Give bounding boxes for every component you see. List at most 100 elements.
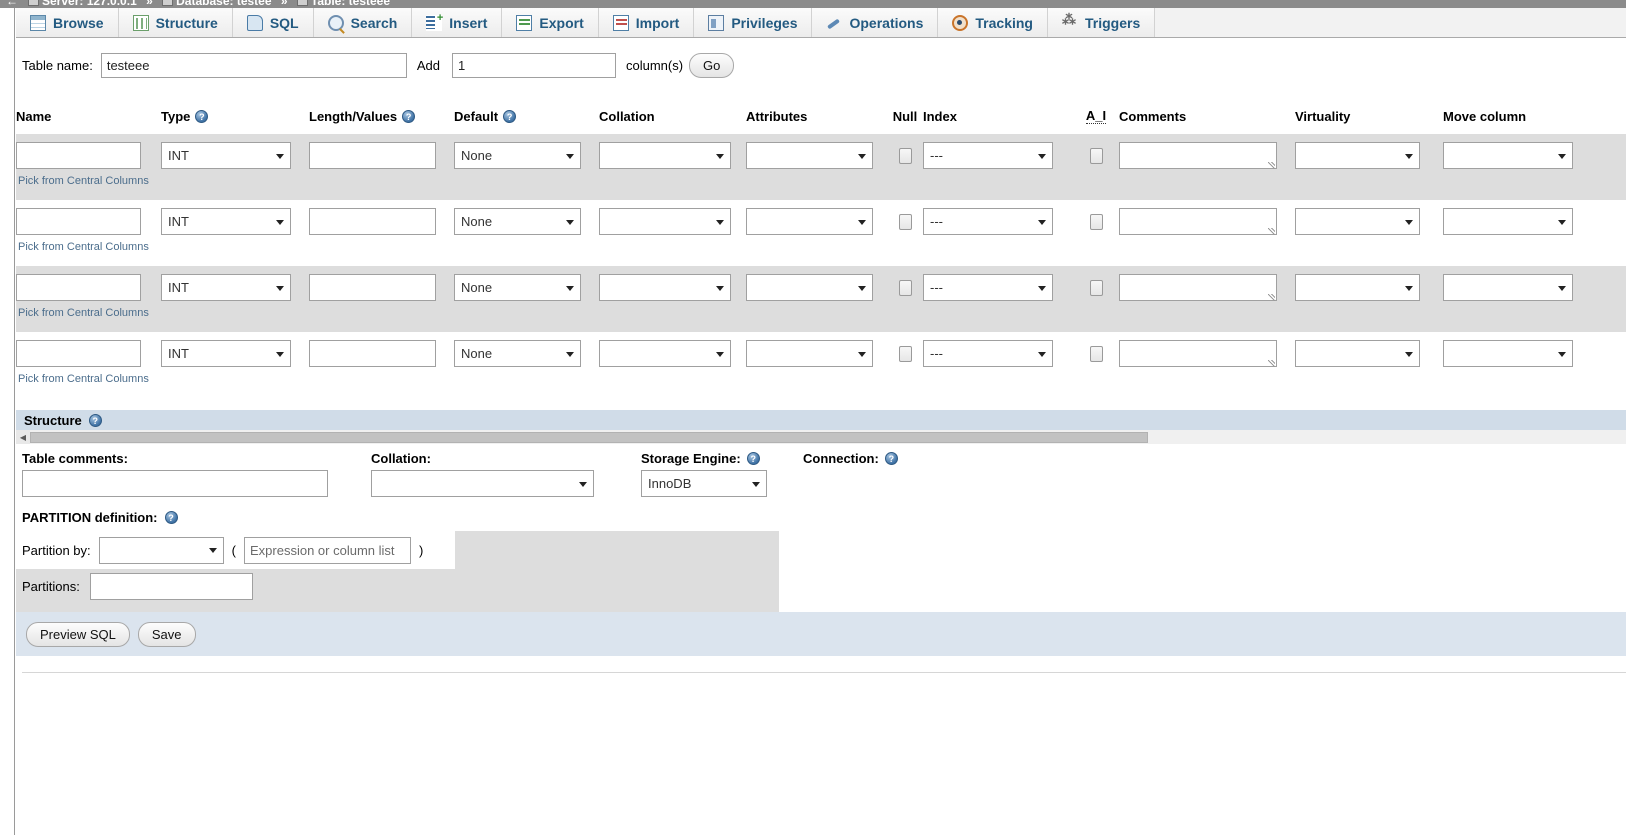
search-icon — [327, 15, 344, 31]
scroll-left-arrow-icon[interactable]: ◀ — [16, 430, 30, 444]
column-null-checkbox[interactable] — [898, 148, 912, 164]
column-null-checkbox[interactable] — [898, 346, 912, 362]
column-autoincrement-checkbox[interactable] — [1089, 280, 1103, 296]
pick-central-columns-link[interactable]: Pick from Central Columns — [18, 175, 161, 187]
column-index-select[interactable]: --- — [923, 208, 1053, 235]
column-length-input[interactable] — [309, 142, 436, 169]
table-comments-input[interactable] — [22, 470, 328, 497]
column-attributes-select[interactable] — [746, 142, 873, 169]
column-default-select[interactable]: None — [454, 340, 581, 367]
tab-import[interactable]: Import — [598, 8, 695, 37]
tab-export[interactable]: Export — [502, 8, 599, 37]
tab-operations[interactable]: Operations — [812, 8, 939, 37]
tab-privileges[interactable]: Privileges — [694, 8, 813, 37]
database-icon — [162, 0, 174, 6]
column-attributes-select[interactable] — [746, 208, 873, 235]
help-icon-type[interactable]: ? — [195, 109, 209, 123]
go-button[interactable]: Go — [689, 52, 735, 78]
preview-sql-button[interactable]: Preview SQL — [26, 621, 130, 647]
column-type-select[interactable]: INT — [161, 208, 291, 235]
help-icon-length[interactable]: ? — [402, 109, 416, 123]
column-length-input[interactable] — [309, 208, 436, 235]
column-attributes-select[interactable] — [746, 274, 873, 301]
pick-central-columns-link[interactable]: Pick from Central Columns — [18, 307, 161, 319]
tab-sql[interactable]: SQL — [232, 8, 314, 37]
tab-search[interactable]: Search — [313, 8, 413, 37]
pick-central-columns-link[interactable]: Pick from Central Columns — [18, 373, 161, 385]
column-autoincrement-checkbox[interactable] — [1089, 346, 1103, 362]
breadcrumb-table[interactable]: Table: testeee — [311, 0, 390, 8]
column-collation-select[interactable] — [599, 142, 731, 169]
table-name-label: Table name: — [22, 57, 93, 73]
column-collation-select[interactable] — [599, 340, 731, 367]
column-move-select[interactable] — [1443, 274, 1573, 301]
column-comments-textarea[interactable] — [1119, 340, 1277, 367]
partitions-input[interactable] — [89, 573, 253, 600]
column-length-input[interactable] — [309, 340, 436, 367]
scrollbar-thumb[interactable] — [30, 431, 1148, 443]
column-default-value: None — [461, 346, 493, 361]
column-autoincrement-checkbox[interactable] — [1089, 148, 1103, 164]
tab-tracking[interactable]: Tracking — [938, 8, 1048, 37]
column-collation-select[interactable] — [599, 208, 731, 235]
help-icon-default[interactable]: ? — [503, 109, 517, 123]
column-attributes-select[interactable] — [746, 340, 873, 367]
column-default-select[interactable]: None — [454, 208, 581, 235]
column-default-select[interactable]: None — [454, 142, 581, 169]
table-collation-select[interactable] — [371, 470, 594, 497]
column-autoincrement-checkbox[interactable] — [1089, 214, 1103, 230]
partition-by-select[interactable] — [98, 536, 224, 564]
column-type-select[interactable]: INT — [161, 142, 291, 169]
column-length-input[interactable] — [309, 274, 436, 301]
column-move-select[interactable] — [1443, 208, 1573, 235]
table-name-input[interactable] — [100, 52, 407, 78]
column-virtuality-select[interactable] — [1295, 340, 1420, 367]
column-type-select[interactable]: INT — [161, 274, 291, 301]
tab-structure[interactable]: Structure — [118, 8, 233, 37]
tab-privileges-label: Privileges — [731, 14, 798, 31]
column-collation-select[interactable] — [599, 274, 731, 301]
tab-insert[interactable]: Insert — [412, 8, 503, 37]
tab-triggers[interactable]: Triggers — [1047, 8, 1156, 37]
column-name-input[interactable] — [16, 274, 141, 301]
column-comments-textarea[interactable] — [1119, 274, 1277, 301]
add-label: Add — [416, 57, 440, 73]
chevron-down-icon — [1405, 219, 1413, 225]
column-index-select[interactable]: --- — [923, 274, 1053, 301]
tab-tracking-label: Tracking — [975, 14, 1033, 31]
column-name-input[interactable] — [16, 142, 141, 169]
column-virtuality-select[interactable] — [1295, 142, 1420, 169]
help-icon-connection[interactable]: ? — [884, 451, 898, 465]
column-default-select[interactable]: None — [454, 274, 581, 301]
column-name-input[interactable] — [16, 208, 141, 235]
help-icon-storage-engine[interactable]: ? — [746, 451, 760, 465]
column-comments-textarea[interactable] — [1119, 208, 1277, 235]
column-type-select[interactable]: INT — [161, 340, 291, 367]
chevron-down-icon — [1558, 285, 1566, 291]
pick-central-columns-link[interactable]: Pick from Central Columns — [18, 241, 161, 253]
column-comments-textarea[interactable] — [1119, 142, 1277, 169]
add-columns-input[interactable] — [451, 52, 616, 78]
help-icon-partition[interactable]: ? — [164, 511, 178, 524]
column-name-input[interactable] — [16, 340, 141, 367]
back-arrow-icon[interactable]: ← — [6, 0, 18, 8]
column-index-value: --- — [930, 346, 943, 361]
partition-expression-input[interactable] — [244, 536, 411, 564]
column-move-select[interactable] — [1443, 142, 1573, 169]
horizontal-scrollbar[interactable]: ◀ — [16, 430, 1626, 444]
storage-engine-select[interactable]: InnoDB — [641, 470, 767, 497]
column-virtuality-select[interactable] — [1295, 274, 1420, 301]
breadcrumb-server[interactable]: Server: 127.0.0.1 — [42, 0, 137, 8]
column-virtuality-select[interactable] — [1295, 208, 1420, 235]
column-move-select[interactable] — [1443, 340, 1573, 367]
header-index: Index — [923, 108, 957, 124]
help-icon-structure[interactable]: ? — [88, 413, 102, 427]
header-ai: A_I — [1085, 108, 1107, 124]
save-button[interactable]: Save — [137, 621, 196, 647]
column-index-select[interactable]: --- — [923, 142, 1053, 169]
breadcrumb-database[interactable]: Database: testee — [176, 0, 271, 8]
tab-browse[interactable]: Browse — [16, 8, 119, 37]
column-null-checkbox[interactable] — [898, 280, 912, 296]
column-null-checkbox[interactable] — [898, 214, 912, 230]
column-index-select[interactable]: --- — [923, 340, 1053, 367]
